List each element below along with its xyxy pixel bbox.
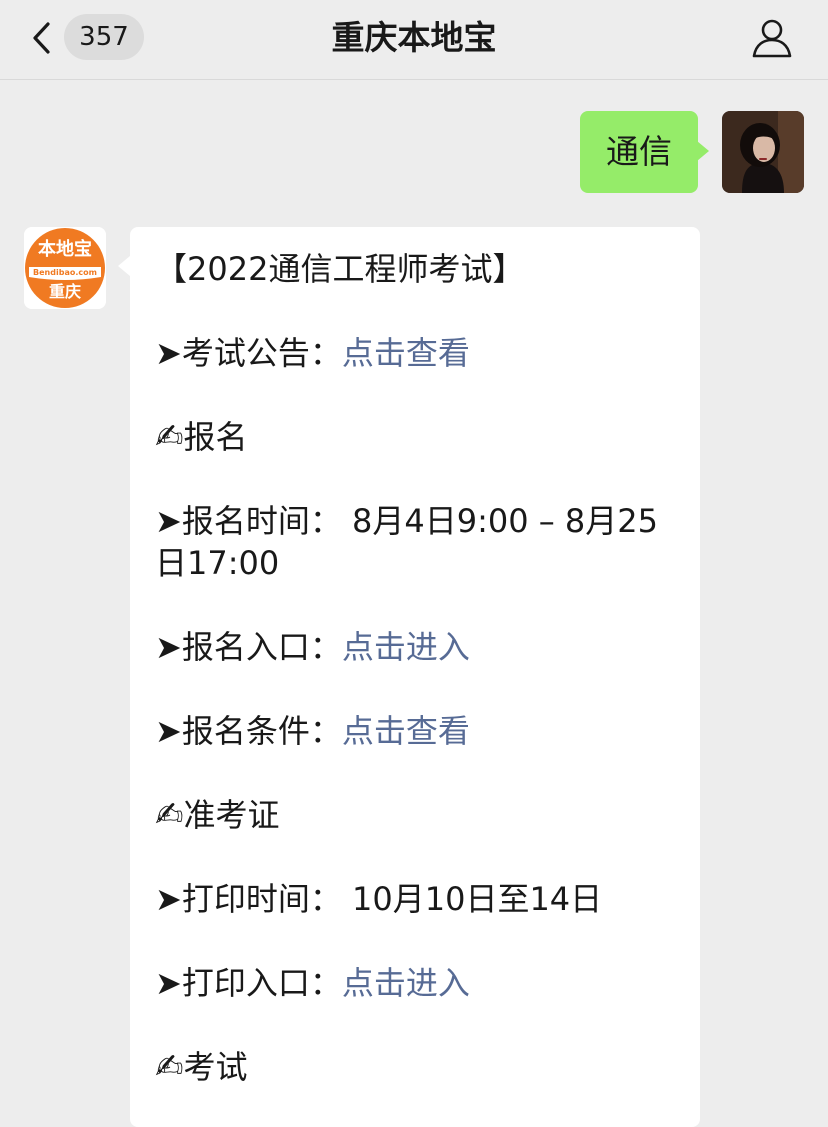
view-conditions-link[interactable]: 点击查看: [342, 712, 470, 750]
print-entry-line: ➤打印入口：点击进入: [155, 962, 665, 1004]
writing-hand-icon: ✍: [155, 1047, 184, 1087]
bubble-tail: [118, 256, 130, 276]
arrow-bullet: ➤: [155, 502, 182, 540]
registration-entry-link[interactable]: 点击进入: [342, 628, 470, 666]
print-time-line: ➤打印时间： 10月10日至14日: [155, 878, 665, 920]
line-label: 考试公告：: [181, 334, 342, 372]
registration-conditions-line: ➤报名条件：点击查看: [155, 710, 665, 752]
svg-text:Bendibao.com: Bendibao.com: [33, 268, 97, 277]
line-label: 打印入口：: [181, 964, 342, 1002]
writing-hand-icon: ✍: [155, 417, 184, 457]
message-heading: 【2022通信工程师考试】: [155, 250, 525, 288]
line-label: 报名时间：: [181, 502, 342, 540]
user-avatar[interactable]: [722, 111, 804, 193]
line-label: 报名条件：: [181, 712, 342, 750]
bendibao-logo: 本地宝 Bendibao.com 重庆: [24, 227, 106, 309]
line-label: 打印时间：: [181, 880, 342, 918]
arrow-bullet: ➤: [155, 964, 182, 1002]
print-time-value: 10月10日至14日: [341, 880, 603, 918]
section-admission-ticket: ✍准考证: [155, 794, 665, 836]
top-nav-bar: 357 重庆本地宝: [0, 0, 828, 80]
account-avatar[interactable]: 本地宝 Bendibao.com 重庆: [24, 227, 106, 309]
registration-entry-line: ➤报名入口：点击进入: [155, 626, 665, 668]
print-entry-link[interactable]: 点击进入: [342, 964, 470, 1002]
svg-text:本地宝: 本地宝: [38, 238, 92, 260]
arrow-bullet: ➤: [155, 628, 182, 666]
portrait-photo: [722, 111, 804, 193]
section-title: 报名: [183, 418, 248, 456]
registration-time-line: ➤报名时间： 8月4日9:00 – 8月25日17:00: [155, 500, 665, 584]
outgoing-message-bubble[interactable]: 通信: [580, 111, 698, 193]
line-label: 报名入口：: [181, 628, 342, 666]
section-registration: ✍报名: [155, 416, 665, 458]
person-icon: [752, 19, 792, 58]
chat-title: 重庆本地宝: [331, 18, 497, 57]
arrow-bullet: ➤: [155, 880, 182, 918]
exam-notice-line: ➤考试公告：点击查看: [155, 332, 665, 374]
section-title: 考试: [183, 1048, 248, 1086]
writing-hand-icon: ✍: [155, 795, 184, 835]
arrow-bullet: ➤: [155, 334, 182, 372]
section-exam: ✍考试: [155, 1046, 665, 1088]
svg-text:重庆: 重庆: [49, 282, 81, 301]
section-title: 准考证: [183, 796, 280, 834]
arrow-bullet: ➤: [155, 712, 182, 750]
bubble-tail: [697, 141, 709, 161]
view-notice-link[interactable]: 点击查看: [342, 334, 470, 372]
profile-button[interactable]: [750, 16, 794, 60]
